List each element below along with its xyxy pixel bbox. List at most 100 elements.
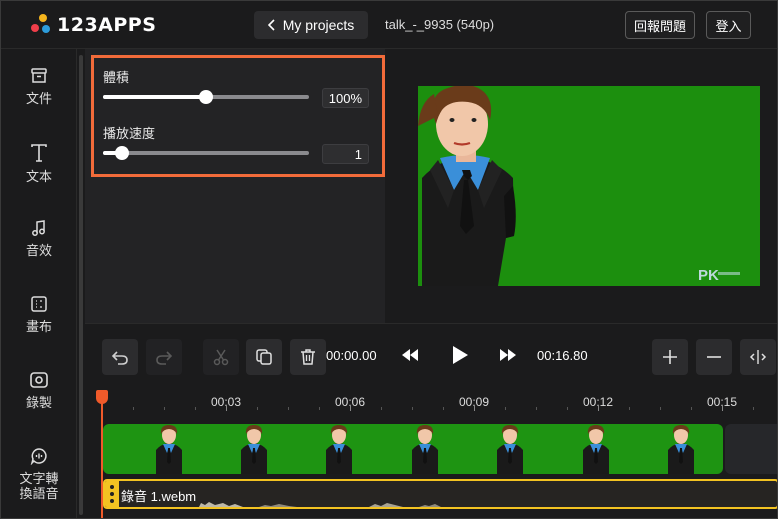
zoom-out-button[interactable]: [696, 339, 732, 375]
logo-text: 123APPS: [57, 14, 157, 36]
timeline-ruler[interactable]: [85, 387, 777, 411]
top-header: 123APPS My projects talk_-_9935 (540p) 回…: [1, 1, 777, 49]
sidebar-item-record[interactable]: 錄製: [1, 371, 77, 410]
canvas-icon: [31, 296, 47, 312]
file-icon: [31, 68, 47, 83]
sidebar: 文件 文本 音效 畫布 錄製 文字轉 換語音: [1, 49, 77, 518]
video-thumbnail: [241, 425, 267, 474]
trash-icon: [301, 349, 315, 365]
ruler-minor-tick: [164, 407, 165, 410]
delete-button[interactable]: [290, 339, 326, 375]
ruler-major-tick: [350, 405, 351, 411]
presenter-figure-image: PK: [418, 86, 740, 286]
rewind-icon: [402, 349, 418, 361]
ruler-minor-tick: [257, 407, 258, 410]
fast-forward-button[interactable]: [498, 347, 518, 368]
login-button[interactable]: 登入: [706, 11, 751, 39]
ruler-minor-tick: [443, 407, 444, 410]
watermark-text: PK: [698, 267, 719, 284]
duplicate-button[interactable]: [246, 339, 282, 375]
volume-slider-thumb[interactable]: [199, 90, 213, 104]
speed-label: 播放速度: [103, 126, 156, 141]
zoom-in-button[interactable]: [652, 339, 688, 375]
ruler-minor-tick: [505, 407, 506, 410]
video-thumbnail: [583, 425, 609, 474]
rewind-button[interactable]: [400, 347, 420, 368]
ruler-minor-tick: [381, 407, 382, 410]
sidebar-item-label: 畫布: [25, 319, 52, 334]
video-preview[interactable]: PK: [418, 86, 760, 286]
empty-track-area: [725, 424, 777, 474]
video-clip[interactable]: [103, 424, 723, 474]
chevron-left-icon: [267, 19, 275, 31]
volume-label: 體積: [103, 70, 130, 85]
plus-icon: [663, 350, 677, 364]
audio-clip-handle[interactable]: [105, 481, 119, 507]
ruler-minor-tick: [133, 407, 134, 410]
ruler-minor-tick: [567, 407, 568, 410]
fit-timeline-button[interactable]: [740, 339, 776, 375]
playhead-line: [101, 391, 103, 518]
ruler-minor-tick: [629, 407, 630, 410]
play-button[interactable]: [451, 345, 469, 370]
copy-icon: [256, 349, 272, 365]
record-icon: [30, 372, 48, 388]
ruler-minor-tick: [412, 407, 413, 410]
fast-forward-icon: [500, 349, 516, 361]
ruler-minor-tick: [660, 407, 661, 410]
ruler-minor-tick: [319, 407, 320, 410]
project-name[interactable]: talk_-_9935 (540p): [385, 17, 494, 32]
sidebar-item-label: 錄製: [25, 395, 52, 410]
video-thumbnail: [412, 425, 438, 474]
volume-slider[interactable]: [103, 90, 309, 104]
my-projects-label: My projects: [282, 17, 355, 33]
ruler-major-tick: [598, 405, 599, 411]
video-thumbnail: [497, 425, 523, 474]
scissors-icon: [213, 349, 229, 366]
speed-value[interactable]: 1: [322, 144, 369, 164]
video-thumbnail: [156, 425, 182, 474]
volume-value[interactable]: 100%: [322, 88, 369, 108]
fit-width-icon: [749, 350, 767, 364]
ruler-major-tick: [722, 405, 723, 411]
text-to-speech-icon: [30, 448, 47, 465]
music-note-icon: [32, 220, 45, 236]
sidebar-item-label: 文本: [25, 169, 52, 184]
ruler-minor-tick: [536, 407, 537, 410]
minus-icon: [707, 356, 721, 358]
undo-button[interactable]: [102, 339, 138, 375]
feedback-button[interactable]: 回報問題: [625, 11, 695, 39]
sidebar-item-label: 音效: [25, 243, 52, 258]
sidebar-item-label: 文件: [25, 91, 52, 106]
redo-button[interactable]: [146, 339, 182, 375]
app-window: 123APPS My projects talk_-_9935 (540p) 回…: [0, 0, 778, 519]
speed-slider[interactable]: [103, 146, 309, 160]
sidebar-item-text-to-speech[interactable]: 文字轉 換語音: [1, 447, 77, 501]
play-icon: [453, 346, 468, 364]
ruler-major-tick: [226, 405, 227, 411]
speed-slider-thumb[interactable]: [114, 146, 129, 160]
undo-icon: [111, 351, 128, 365]
volume-slider-fill: [103, 95, 206, 99]
text-icon: [31, 144, 47, 162]
my-projects-button[interactable]: My projects: [254, 11, 368, 39]
sidebar-item-text[interactable]: 文本: [1, 143, 77, 184]
sidebar-item-label: 文字轉 換語音: [19, 471, 59, 501]
ruler-major-tick: [474, 405, 475, 411]
ruler-minor-tick: [753, 407, 754, 410]
sidebar-item-file[interactable]: 文件: [1, 67, 77, 106]
audio-clip[interactable]: 錄音 1.webm: [103, 479, 777, 509]
current-time: 00:00.00: [326, 348, 377, 363]
video-thumbnail: [326, 425, 352, 474]
sidebar-item-sound[interactable]: 音效: [1, 219, 77, 258]
cut-button[interactable]: [203, 339, 239, 375]
total-time: 00:16.80: [537, 348, 588, 363]
ruler-minor-tick: [195, 407, 196, 410]
ruler-minor-tick: [691, 407, 692, 410]
audio-waveform: [199, 502, 441, 507]
ruler-minor-tick: [288, 407, 289, 410]
playhead-handle[interactable]: [96, 390, 108, 404]
app-logo[interactable]: 123APPS: [31, 14, 156, 36]
sidebar-item-canvas[interactable]: 畫布: [1, 295, 77, 334]
sidebar-scrollbar[interactable]: [79, 55, 83, 515]
